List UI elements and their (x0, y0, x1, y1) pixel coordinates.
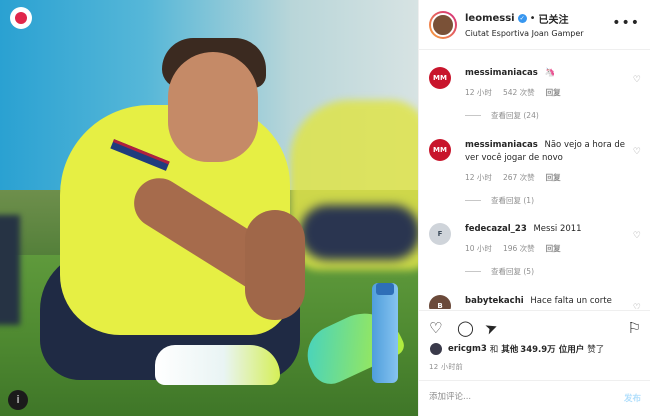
share-send-icon[interactable]: ➤ (482, 317, 500, 338)
comment-like-heart-icon[interactable]: ♡ (633, 75, 641, 85)
replies-divider (465, 200, 481, 201)
photo-white-boot (155, 345, 280, 385)
reply-button[interactable]: 回复 (546, 243, 561, 254)
comment-likes[interactable]: 196 次赞 (503, 243, 535, 254)
photo-leg (245, 210, 305, 320)
username-line: leomessi ✓ • 已关注 (465, 11, 584, 26)
photo-bottle-cap (376, 283, 394, 295)
likes-others[interactable]: 其他 (501, 343, 518, 355)
record-dot-icon (15, 12, 27, 24)
author-avatar[interactable] (431, 12, 455, 37)
comment-body: messimaniacas 🦄 (465, 67, 625, 80)
separator-dot: • (529, 13, 536, 24)
comment-meta: 10 小时 196 次赞 回复 (465, 243, 641, 254)
comment-text: Messi 2011 (533, 224, 582, 234)
liker-avatar[interactable] (429, 342, 443, 356)
info-icon[interactable]: i (8, 390, 28, 410)
comment-likes[interactable]: 267 次赞 (503, 172, 535, 183)
comment-time: 12 小时 (465, 173, 492, 182)
post-side-panel: leomessi ✓ • 已关注 Ciutat Esportiva Joan G… (418, 0, 650, 416)
photo-background-legs (300, 205, 418, 260)
instagram-post: i leomessi ✓ • 已关注 Ciutat Esportiva Joan… (0, 0, 650, 416)
likes-count[interactable]: 349.9万 (520, 343, 555, 355)
comment-text: Hace falta un corte (530, 296, 612, 306)
add-comment-bar: 发布 (419, 380, 650, 416)
photo-player-face (168, 52, 258, 162)
post-comment-button[interactable]: 发布 (624, 392, 641, 404)
commenter-avatar[interactable]: MM (429, 67, 451, 89)
view-replies-label[interactable]: 查看回复 (5) (491, 266, 534, 277)
comment-meta: 12 小时 267 次赞 回复 (465, 172, 641, 183)
commenter-avatar[interactable]: B (429, 295, 451, 309)
view-replies[interactable]: 查看回复 (1) (465, 195, 641, 206)
comment-bubble-icon[interactable]: ◯ (457, 319, 474, 337)
reply-button[interactable]: 回复 (546, 172, 561, 183)
commenter-username[interactable]: babytekachi (465, 296, 524, 306)
commenter-username[interactable]: fedecazal_23 (465, 224, 527, 234)
comment-like-heart-icon[interactable]: ♡ (633, 147, 641, 157)
commenter-avatar[interactable]: MM (429, 139, 451, 161)
header-text: leomessi ✓ • 已关注 Ciutat Esportiva Joan G… (465, 11, 584, 38)
view-replies-label[interactable]: 查看回复 (1) (491, 195, 534, 206)
post-timestamp[interactable]: 12 小时前 (429, 362, 463, 372)
liker-username[interactable]: ericgm3 (448, 344, 487, 354)
likes-suffix[interactable]: 位用户 (559, 343, 585, 355)
story-ring[interactable] (429, 10, 457, 39)
comment-body: babytekachi Hace falta un corte (465, 295, 625, 308)
comment-meta: 12 小时 542 次赞 回复 (465, 87, 641, 98)
record-icon[interactable] (10, 7, 32, 29)
comment-item: MM messimaniacas Não vejo a hora de ver … (429, 139, 641, 206)
verified-badge-icon: ✓ (517, 14, 527, 23)
comment-body: fedecazal_23 Messi 2011 (465, 223, 625, 236)
reply-button[interactable]: 回复 (546, 87, 561, 98)
view-replies-label[interactable]: 查看回复 (24) (491, 110, 539, 121)
comment-text: 🦄 (544, 68, 556, 78)
photo-left-figure (0, 215, 20, 325)
view-replies[interactable]: 查看回复 (5) (465, 266, 641, 277)
commenter-avatar[interactable]: F (429, 223, 451, 245)
comment-input[interactable] (429, 392, 599, 402)
author-username[interactable]: leomessi (465, 13, 515, 24)
post-location[interactable]: Ciutat Esportiva Joan Gamper (465, 29, 584, 38)
comment-body: messimaniacas Não vejo a hora de ver voc… (465, 139, 625, 165)
comment-item: B babytekachi Hace falta un corte ♡ (429, 295, 641, 309)
commenter-username[interactable]: messimaniacas (465, 140, 538, 150)
post-header: leomessi ✓ • 已关注 Ciutat Esportiva Joan G… (419, 0, 650, 50)
comments-list[interactable]: MM messimaniacas 🦄 12 小时 542 次赞 回复 查看回复 … (419, 51, 650, 309)
likes-summary: ericgm3 和 其他 349.9万 位用户 赞了 (429, 342, 604, 356)
save-bookmark-icon[interactable]: ⚐ (628, 319, 641, 337)
like-heart-icon[interactable]: ♡ (429, 319, 442, 337)
comment-item: MM messimaniacas 🦄 12 小时 542 次赞 回复 查看回复 … (429, 67, 641, 121)
comment-time: 12 小时 (465, 88, 492, 97)
replies-divider (465, 271, 481, 272)
commenter-username[interactable]: messimaniacas (465, 68, 538, 78)
comment-like-heart-icon[interactable]: ♡ (633, 303, 641, 309)
view-replies[interactable]: 查看回复 (24) (465, 110, 641, 121)
more-options-icon[interactable]: ••• (612, 15, 640, 31)
photo-water-bottle (372, 283, 398, 383)
following-button[interactable]: 已关注 (539, 11, 569, 26)
comment-like-heart-icon[interactable]: ♡ (633, 231, 641, 241)
likes-and: 和 (489, 345, 499, 355)
comment-item: F fedecazal_23 Messi 2011 10 小时 196 次赞 回… (429, 223, 641, 277)
comment-time: 10 小时 (465, 244, 492, 253)
comment-likes[interactable]: 542 次赞 (503, 87, 535, 98)
likes-liked: 赞了 (587, 345, 605, 355)
replies-divider (465, 115, 481, 116)
post-photo[interactable]: i (0, 0, 418, 416)
